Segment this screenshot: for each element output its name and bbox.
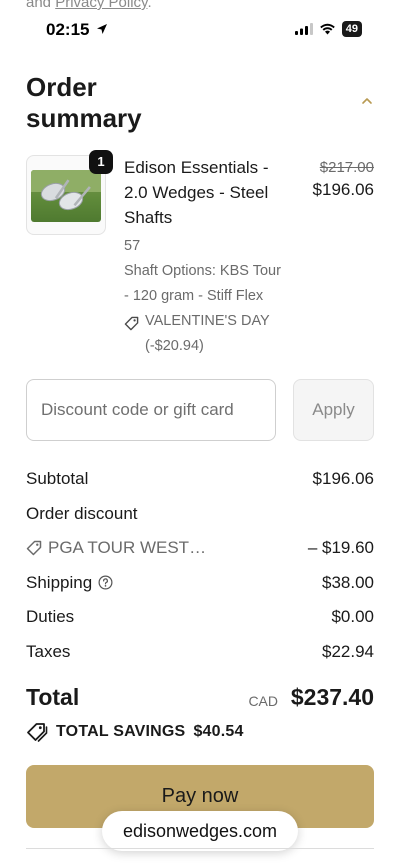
duties-value: $0.00 (331, 607, 374, 626)
privacy-text: and Privacy Policy. (26, 0, 152, 11)
browser-url-bar[interactable]: edisonwedges.com (102, 811, 298, 851)
discount-code-text: PGA TOUR WEST… (48, 538, 207, 557)
total-savings-value: $40.54 (193, 723, 244, 740)
battery-indicator: 49 (341, 21, 362, 37)
apply-discount-button[interactable]: Apply (293, 379, 374, 441)
quantity-badge: 1 (89, 150, 113, 174)
subtotal-label: Subtotal (26, 469, 89, 488)
order-discount-row: Order discount (26, 501, 374, 536)
discount-code-row: PGA TOUR WEST… – $19.60 (26, 535, 374, 570)
location-arrow-icon (97, 24, 108, 34)
product-discount: VALENTINE'S DAY (-$20.94) (124, 309, 284, 359)
chevron-up-icon[interactable] (360, 94, 374, 108)
taxes-row: Taxes $22.94 (26, 639, 374, 674)
product-thumbnail: 1 (26, 150, 113, 235)
order-summary-header[interactable]: Order summary (26, 72, 374, 134)
product-price: $217.00 $196.06 (313, 157, 374, 201)
divider (26, 848, 374, 849)
shipping-label: Shipping (26, 572, 93, 592)
total-row: Total CAD $237.40 (26, 682, 374, 718)
shipping-row: Shipping $38.00 (26, 570, 374, 605)
total-savings: TOTAL SAVINGS $40.54 (26, 722, 244, 742)
total-value: $237.40 (290, 684, 374, 710)
duties-label: Duties (26, 607, 75, 626)
shipping-label-group: Shipping (26, 570, 113, 596)
total-label: Total (26, 684, 80, 710)
discount-code-input[interactable] (26, 379, 276, 441)
product-name: Edison Essentials - 2.0 Wedges - Steel S… (124, 158, 269, 227)
original-price: $217.00 (319, 159, 374, 176)
order-summary-title: Order summary (26, 72, 142, 133)
subtotal-value: $196.06 (312, 469, 374, 488)
product-discount-label: VALENTINE'S DAY (-$20.94) (145, 313, 270, 354)
wifi-icon (319, 23, 335, 35)
status-icons: 49 (294, 21, 362, 37)
wedge-product-image (31, 170, 101, 222)
status-bar: 02:15 49 (0, 18, 400, 42)
tag-icon (124, 316, 139, 331)
duties-row: Duties $0.00 (26, 604, 374, 639)
cellular-signal-icon (294, 23, 313, 35)
order-discount-label: Order discount (26, 503, 138, 523)
product-variant: 57 (124, 238, 141, 254)
product-options: Shaft Options: KBS Tour - 120 gram - Sti… (124, 263, 281, 304)
taxes-label: Taxes (26, 641, 71, 661)
current-price: $196.06 (312, 180, 374, 199)
status-time: 02:15 (46, 20, 108, 40)
shipping-value: $38.00 (322, 572, 374, 592)
privacy-policy-link[interactable]: Privacy Policy (55, 0, 147, 11)
tag-icon (27, 723, 48, 742)
total-savings-label: TOTAL SAVINGS (56, 723, 186, 740)
subtotal-row: Subtotal $196.06 (26, 466, 374, 501)
cost-breakdown: Subtotal $196.06 Order discount PGA TOUR… (26, 466, 374, 673)
total-currency: CAD (248, 693, 278, 709)
discount-value: – $19.60 (307, 538, 374, 557)
discount-code-label: PGA TOUR WEST… (26, 535, 206, 561)
discount-code-form: Apply (26, 379, 374, 441)
help-icon[interactable] (98, 575, 113, 590)
product-info: Edison Essentials - 2.0 Wedges - Steel S… (124, 155, 284, 359)
tag-icon (26, 540, 42, 556)
taxes-value: $22.94 (322, 641, 374, 661)
